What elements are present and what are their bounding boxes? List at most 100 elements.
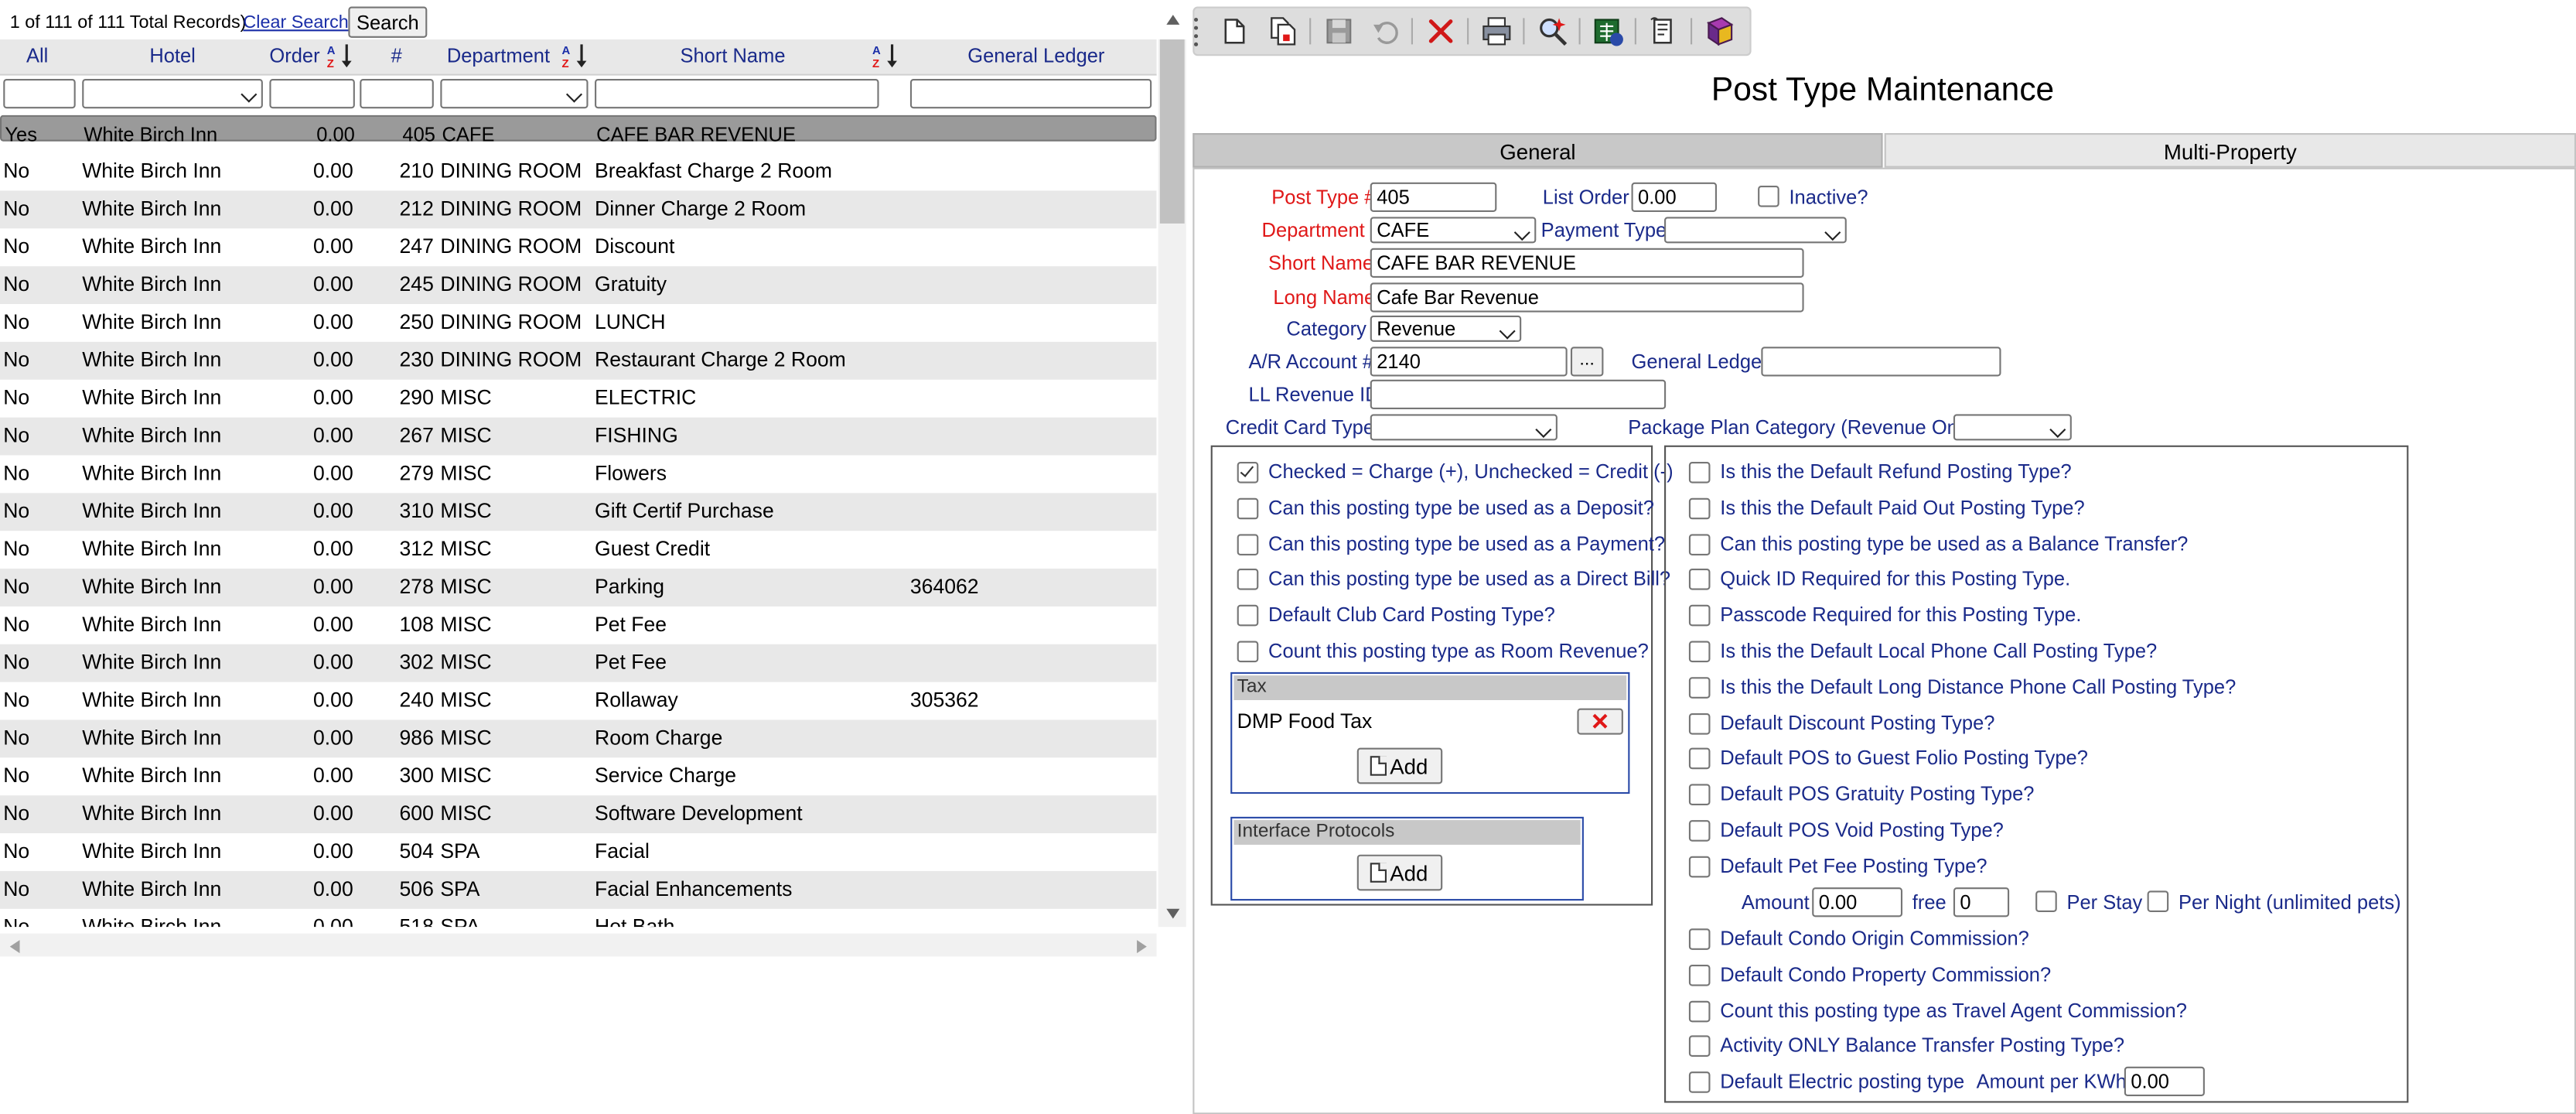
post-type-input[interactable]: 405 (1370, 182, 1497, 213)
per-stay-checkbox[interactable] (2035, 890, 2057, 913)
table-row[interactable]: No White Birch Inn 0.00 504 SPA Facial (0, 833, 1157, 871)
option-checkbox[interactable] (1688, 605, 1711, 627)
print-icon[interactable] (1480, 15, 1513, 47)
option-checkbox[interactable] (1688, 784, 1711, 806)
long-name-input[interactable]: Cafe Bar Revenue (1370, 282, 1804, 313)
save-icon[interactable] (1322, 15, 1355, 47)
filter-general-ledger-input[interactable] (909, 78, 1152, 109)
table-row[interactable]: No White Birch Inn 0.00 210 DINING ROOM Break… (0, 153, 1157, 191)
search-button[interactable]: Search (348, 6, 428, 38)
table-row[interactable]: No White Birch Inn 0.00 278 MISC Parking 36406… (0, 569, 1157, 607)
option-checkbox[interactable] (1688, 497, 1711, 519)
default-electric-checkbox[interactable] (1688, 1071, 1711, 1093)
horizontal-scrollbar[interactable] (0, 933, 1157, 957)
option-checkbox[interactable] (1237, 569, 1259, 591)
table-row[interactable]: No White Birch Inn 0.00 245 DINING ROOM Gratu… (0, 266, 1157, 305)
option-checkbox[interactable] (1237, 497, 1259, 519)
short-name-input[interactable]: CAFE BAR REVENUE (1370, 248, 1804, 278)
table-row[interactable]: No White Birch Inn 0.00 302 MISC Pet Fee (0, 644, 1157, 682)
filter-hotel-select[interactable] (82, 78, 263, 109)
add-interface-button[interactable]: Add (1356, 854, 1443, 891)
pet-amount-input[interactable]: 0.00 (1812, 887, 1903, 918)
col-department[interactable]: Department (447, 44, 550, 67)
sort-az-icon[interactable]: A Z (562, 43, 589, 69)
col-general-ledger[interactable]: General Ledger (967, 44, 1104, 67)
new-icon[interactable] (1217, 15, 1250, 47)
table-row[interactable]: No White Birch Inn 0.00 518 SPA Hot Bath (0, 909, 1157, 927)
filter-all-input[interactable] (3, 78, 76, 109)
sort-az-icon[interactable]: A Z (327, 43, 353, 69)
option-checkbox[interactable] (1688, 1000, 1711, 1022)
col-number[interactable]: # (391, 44, 402, 67)
filter-short-name-input[interactable] (595, 78, 879, 109)
option-checkbox[interactable] (1688, 461, 1711, 484)
table-row[interactable]: No White Birch Inn 0.00 600 MISC Software Dev… (0, 795, 1157, 834)
scroll-left-arrow-icon[interactable] (9, 938, 22, 955)
col-hotel[interactable]: Hotel (149, 44, 196, 67)
col-all[interactable]: All (26, 44, 48, 67)
option-checkbox[interactable] (1688, 856, 1711, 877)
department-select[interactable]: CAFE (1370, 217, 1537, 244)
add-tax-button[interactable]: Add (1356, 747, 1443, 784)
ar-account-lookup-button[interactable]: ... (1570, 347, 1604, 377)
table-row[interactable]: No White Birch Inn 0.00 506 SPA Facial Enhanc… (0, 870, 1157, 909)
undo-icon[interactable] (1369, 15, 1401, 47)
option-checkbox[interactable] (1237, 641, 1259, 663)
option-checkbox[interactable] (1688, 748, 1711, 771)
table-row[interactable]: No White Birch Inn 0.00 986 MISC Room Charge (0, 719, 1157, 758)
option-checkbox[interactable] (1688, 533, 1711, 555)
table-row[interactable]: No White Birch Inn 0.00 250 DINING ROOM LUNCH (0, 304, 1157, 342)
table-row[interactable]: No White Birch Inn 0.00 279 MISC Flowers (0, 455, 1157, 493)
delete-tax-button[interactable]: ✕ (1577, 708, 1623, 735)
option-checkbox[interactable] (1237, 605, 1259, 627)
option-checkbox[interactable] (1688, 964, 1711, 986)
credit-card-type-select[interactable] (1370, 414, 1558, 441)
sort-az-icon[interactable]: A Z (872, 43, 899, 69)
scroll-up-arrow-icon[interactable] (1165, 13, 1181, 26)
filter-order-input[interactable] (269, 78, 355, 109)
list-order-input[interactable]: 0.00 (1631, 182, 1717, 213)
scroll-down-arrow-icon[interactable] (1165, 907, 1181, 921)
option-checkbox[interactable] (1237, 461, 1259, 484)
tab-general[interactable]: General (1192, 133, 1883, 168)
table-row[interactable]: No White Birch Inn 0.00 300 MISC Service Char… (0, 757, 1157, 795)
clear-search-link[interactable]: Clear Search (243, 13, 348, 32)
table-row[interactable]: No White Birch Inn 0.00 230 DINING ROOM Resta… (0, 341, 1157, 380)
per-night-checkbox[interactable] (2147, 890, 2169, 913)
scroll-right-arrow-icon[interactable] (1135, 938, 1148, 955)
col-order[interactable]: Order (269, 44, 319, 67)
scrollbar-thumb[interactable] (1159, 39, 1185, 224)
report-icon[interactable] (1648, 15, 1680, 47)
table-row[interactable]: No White Birch Inn 0.00 240 MISC Rollaway 3053… (0, 682, 1157, 720)
copy-icon[interactable] (1267, 15, 1299, 47)
export-icon[interactable] (1592, 15, 1625, 47)
option-checkbox[interactable] (1688, 928, 1711, 950)
table-row[interactable]: No White Birch Inn 0.00 290 MISC ELECTRIC (0, 380, 1157, 418)
option-checkbox[interactable] (1688, 676, 1711, 699)
option-checkbox[interactable] (1688, 641, 1711, 663)
option-checkbox[interactable] (1688, 1036, 1711, 1058)
table-row[interactable]: No White Birch Inn 0.00 310 MISC Gift Certif … (0, 493, 1157, 531)
option-checkbox[interactable] (1688, 820, 1711, 842)
package-plan-select[interactable] (1953, 414, 2072, 441)
col-short-name[interactable]: Short Name (681, 44, 786, 67)
category-select[interactable]: Revenue (1370, 315, 1522, 342)
general-ledger-input[interactable] (1761, 347, 2001, 377)
search-icon[interactable] (1536, 15, 1568, 47)
tab-multi-property[interactable]: Multi-Property (1884, 133, 2576, 168)
filter-department-select[interactable] (440, 78, 589, 109)
pet-free-input[interactable]: 0 (1953, 887, 2010, 918)
delete-icon[interactable] (1424, 15, 1457, 47)
inactive-checkbox[interactable] (1758, 186, 1779, 207)
vertical-scrollbar[interactable] (1158, 39, 1186, 928)
table-row[interactable]: No White Birch Inn 0.00 108 MISC Pet Fee (0, 607, 1157, 644)
table-row[interactable]: No White Birch Inn 0.00 267 MISC FISHING (0, 417, 1157, 456)
payment-type-select[interactable] (1664, 217, 1847, 244)
ll-revenue-input[interactable] (1370, 379, 1667, 409)
option-checkbox[interactable] (1688, 569, 1711, 591)
kwh-amount-input[interactable]: 0.00 (2124, 1066, 2205, 1096)
table-row[interactable]: No White Birch Inn 0.00 212 DINING ROOM Dinne… (0, 190, 1157, 229)
option-checkbox[interactable] (1237, 533, 1259, 555)
table-row[interactable]: Yes White Birch Inn 0.00 405 CAFE CAFE BAR RE… (0, 114, 1157, 146)
ar-account-input[interactable]: 2140 (1370, 347, 1568, 377)
